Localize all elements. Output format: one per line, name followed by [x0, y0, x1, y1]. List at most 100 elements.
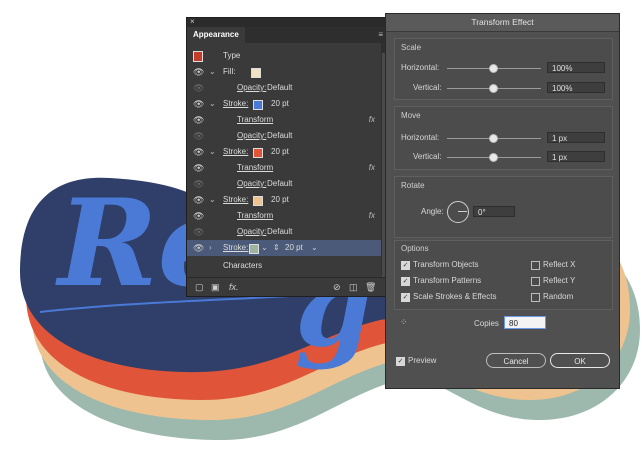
reference-point-icon[interactable]: ⁘: [400, 316, 412, 328]
appearance-row-transform[interactable]: 👁 Transform fx: [187, 160, 383, 176]
chevron-down-icon[interactable]: ⌄: [261, 240, 268, 256]
close-icon[interactable]: ×: [190, 17, 195, 26]
reflect-y-checkbox[interactable]: [531, 277, 540, 286]
move-vertical-knob[interactable]: [489, 153, 498, 162]
appearance-row-opacity[interactable]: 👁 Opacity: Default: [187, 128, 383, 144]
appearance-row-opacity[interactable]: 👁 Opacity: Default: [187, 224, 383, 240]
appearance-row-opacity[interactable]: 👁 Opacity: Default: [187, 80, 383, 96]
angle-dial[interactable]: [447, 201, 469, 223]
stroke-swatch[interactable]: [253, 100, 263, 110]
stroke-label[interactable]: Stroke:: [223, 96, 248, 112]
visibility-eye-icon[interactable]: 👁: [193, 96, 204, 112]
characters-label: Characters: [223, 261, 263, 270]
opacity-label[interactable]: Opacity:: [237, 128, 266, 144]
clear-appearance-icon[interactable]: ⊘: [333, 282, 341, 293]
opacity-value: Default: [267, 83, 293, 92]
stroke-label[interactable]: Stroke:: [223, 144, 248, 160]
visibility-eye-icon[interactable]: 👁: [193, 144, 204, 160]
add-effect-icon[interactable]: fx.: [229, 282, 239, 292]
visibility-eye-icon[interactable]: 👁: [193, 224, 204, 240]
add-stroke-icon[interactable]: ▢: [195, 282, 204, 293]
scale-horizontal-field[interactable]: 100%: [547, 62, 605, 73]
options-header: Options: [401, 244, 429, 253]
scale-vertical-knob[interactable]: [489, 84, 498, 93]
copies-field[interactable]: 80: [504, 316, 546, 329]
stroke-label[interactable]: Stroke:: [223, 240, 248, 256]
visibility-eye-icon[interactable]: 👁: [193, 192, 204, 208]
opacity-label[interactable]: Opacity:: [237, 224, 266, 240]
appearance-row-stroke[interactable]: 👁 ⌄ Stroke: 20 pt: [187, 96, 383, 112]
visibility-eye-icon[interactable]: 👁: [193, 160, 204, 176]
ok-button[interactable]: OK: [550, 353, 610, 368]
rotate-angle-label: Angle:: [421, 207, 444, 216]
appearance-row-opacity[interactable]: 👁 Opacity: Default: [187, 176, 383, 192]
chevron-down-icon[interactable]: ⌄: [311, 240, 318, 256]
appearance-row-characters[interactable]: Characters: [187, 258, 383, 274]
panel-menu-icon[interactable]: ≡: [378, 30, 383, 39]
add-fill-icon[interactable]: ▣: [211, 282, 220, 293]
visibility-eye-icon[interactable]: 👁: [193, 240, 204, 256]
transform-patterns-checkbox[interactable]: ✓: [401, 277, 410, 286]
chevron-down-icon[interactable]: ⌄: [209, 64, 216, 80]
panel-bottom-toolbar: ▢ ▣ fx. ⊘ ◫ 🗑: [187, 277, 387, 296]
fill-swatch[interactable]: [251, 68, 261, 78]
fx-icon[interactable]: fx: [369, 208, 375, 224]
angle-field[interactable]: 0°: [473, 206, 515, 217]
scale-horizontal-label: Horizontal:: [401, 63, 440, 72]
appearance-row-transform[interactable]: 👁 Transform fx: [187, 112, 383, 128]
transform-objects-label: Transform Objects: [413, 260, 479, 269]
fx-icon[interactable]: fx: [369, 112, 375, 128]
appearance-row-stroke[interactable]: 👁 ⌄ Stroke: 20 pt: [187, 192, 383, 208]
appearance-row-stroke-selected[interactable]: 👁 › Stroke: ⌄ ⇕ 20 pt ⌄: [187, 240, 383, 256]
transform-effect-link[interactable]: Transform: [237, 112, 273, 128]
reflect-x-checkbox[interactable]: [531, 261, 540, 270]
scale-vertical-field[interactable]: 100%: [547, 82, 605, 93]
appearance-row-transform[interactable]: 👁 Transform fx: [187, 208, 383, 224]
transform-effect-link[interactable]: Transform: [237, 160, 273, 176]
stroke-swatch[interactable]: [253, 148, 263, 158]
visibility-eye-icon[interactable]: 👁: [193, 112, 204, 128]
random-label: Random: [543, 292, 574, 301]
stepper-icon[interactable]: ⇕: [273, 240, 280, 256]
stroke-swatch[interactable]: [249, 244, 259, 254]
chevron-down-icon[interactable]: ⌄: [209, 192, 216, 208]
visibility-eye-icon[interactable]: 👁: [193, 176, 204, 192]
move-horizontal-knob[interactable]: [489, 134, 498, 143]
scale-vertical-label: Vertical:: [413, 83, 442, 92]
chevron-down-icon[interactable]: ⌄: [209, 96, 216, 112]
delete-item-icon[interactable]: 🗑: [365, 282, 376, 293]
random-checkbox[interactable]: [531, 293, 540, 302]
chevron-down-icon[interactable]: ⌄: [209, 144, 216, 160]
opacity-label[interactable]: Opacity:: [237, 80, 266, 96]
stroke-weight[interactable]: 20 pt: [285, 240, 303, 256]
tab-appearance[interactable]: Appearance: [187, 27, 245, 43]
opacity-value: Default: [267, 131, 293, 140]
type-label: Type: [223, 51, 241, 60]
move-horizontal-field[interactable]: 1 px: [547, 132, 605, 143]
stroke-swatch[interactable]: [253, 196, 263, 206]
preview-checkbox[interactable]: ✓: [396, 357, 405, 366]
tab-row: Appearance ≡: [187, 27, 387, 43]
appearance-row-stroke[interactable]: 👁 ⌄ Stroke: 20 pt: [187, 144, 383, 160]
chevron-right-icon[interactable]: ›: [209, 240, 212, 256]
move-vertical-field[interactable]: 1 px: [547, 151, 605, 162]
opacity-label[interactable]: Opacity:: [237, 176, 266, 192]
transform-objects-checkbox[interactable]: ✓: [401, 261, 410, 270]
visibility-eye-icon[interactable]: 👁: [193, 80, 204, 96]
stroke-weight: 20 pt: [271, 99, 289, 108]
rotate-section: Rotate Angle: 0°: [394, 176, 613, 238]
stroke-weight: 20 pt: [271, 195, 289, 204]
opacity-value: Default: [267, 227, 293, 236]
visibility-eye-icon[interactable]: 👁: [193, 128, 204, 144]
scale-strokes-checkbox[interactable]: ✓: [401, 293, 410, 302]
scale-horizontal-knob[interactable]: [489, 64, 498, 73]
cancel-button[interactable]: Cancel: [486, 353, 546, 368]
appearance-row-type[interactable]: Type: [187, 48, 383, 64]
fx-icon[interactable]: fx: [369, 160, 375, 176]
stroke-label[interactable]: Stroke:: [223, 192, 248, 208]
appearance-row-fill[interactable]: 👁 ⌄ Fill:: [187, 64, 383, 80]
visibility-eye-icon[interactable]: 👁: [193, 208, 204, 224]
duplicate-item-icon[interactable]: ◫: [349, 282, 358, 293]
transform-effect-link[interactable]: Transform: [237, 208, 273, 224]
visibility-eye-icon[interactable]: 👁: [193, 64, 204, 80]
